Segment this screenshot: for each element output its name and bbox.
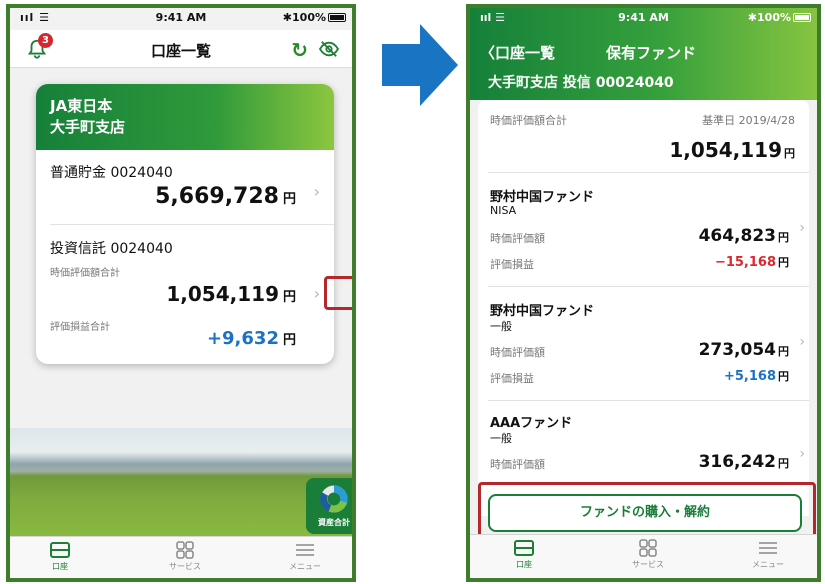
back-button[interactable]: 〈口座一覧 <box>480 42 555 63</box>
fund-name: 野村中国ファンド <box>490 190 595 205</box>
chevron-right-icon: › <box>799 334 805 350</box>
nav-bar: 3 口座一覧 ↻ <box>10 30 352 68</box>
fund-name: AAAファンド <box>490 416 573 431</box>
chevron-left-icon: 〈 <box>480 44 496 62</box>
page-title: 保有ファンド <box>606 44 697 62</box>
fund-type: NISA <box>490 204 517 217</box>
tab-bar: 口座 サービス メニュー <box>10 536 352 578</box>
account-card: JA東日本 大手町支店 普通貯金 0024040 5,669,728 円 › 投資… <box>36 84 334 364</box>
total-value: 1,054,119 円 <box>669 138 795 162</box>
trust-value-label: 時価評価額合計 <box>50 268 120 279</box>
hide-balance-eye-icon[interactable] <box>318 40 340 58</box>
held-funds-screen: ııl ☰ 9:41 AM ✱100% 〈口座一覧 保有ファンド 大手町支店 投… <box>466 4 821 582</box>
highlight-box <box>324 276 352 310</box>
tab-services[interactable]: サービス <box>608 539 688 570</box>
card-header: JA東日本 大手町支店 <box>36 84 334 150</box>
pl-label: 評価損益 <box>490 258 534 271</box>
fund-name: 野村中国ファンド <box>490 304 595 319</box>
value-label: 時価評価額 <box>490 458 545 471</box>
branch-account-line: 大手町支店 投信 00024040 <box>488 75 674 91</box>
fund-pl: −15,168 円 <box>714 255 789 270</box>
chevron-right-icon: › <box>799 220 805 236</box>
header: ııl ☰ 9:41 AM ✱100% 〈口座一覧 保有ファンド 大手町支店 投… <box>470 8 817 100</box>
grid-icon <box>176 541 194 559</box>
savings-account-label: 普通貯金 0024040 <box>50 165 173 181</box>
total-label: 時価評価額合計 <box>490 114 567 127</box>
grid-icon <box>639 539 657 557</box>
bank-name: JA東日本 <box>50 97 113 115</box>
savings-balance: 5,669,728 円 <box>155 184 296 209</box>
hamburger-icon <box>759 542 777 554</box>
chevron-right-icon: › <box>799 446 805 462</box>
value-label: 時価評価額 <box>490 346 545 359</box>
savings-account-row[interactable]: 普通貯金 0024040 5,669,728 円 › <box>36 162 334 224</box>
fund-pl: +5,168 円 <box>723 369 789 384</box>
pl-label: 評価損益 <box>490 372 534 385</box>
fund-row[interactable]: 野村中国ファンド 一般 時価評価額 273,054 円 評価損益 +5,168 円 … <box>478 300 809 400</box>
chevron-right-icon[interactable]: › <box>314 284 320 303</box>
hamburger-icon <box>296 544 314 556</box>
divider <box>50 224 334 225</box>
status-bar: ııl ☰ 9:41 AM ✱100% <box>10 8 352 28</box>
summary-row: 時価評価額合計 基準日 2019/4/28 1,054,119 円 <box>478 112 809 170</box>
base-date: 基準日 2019/4/28 <box>702 114 795 127</box>
divider <box>488 400 809 401</box>
trust-pl-label: 評価損益合計 <box>50 322 110 333</box>
tab-accounts[interactable]: 口座 <box>20 541 100 572</box>
fund-row[interactable]: AAAファンド 一般 時価評価額 316,242 円 › <box>478 412 809 492</box>
fund-row[interactable]: 野村中国ファンド NISA 時価評価額 464,823 円 評価損益 −15,16… <box>478 186 809 286</box>
card-icon <box>50 542 70 558</box>
pie-chart-icon <box>320 485 348 513</box>
trust-value: 1,054,119 円 <box>166 282 296 306</box>
asset-total-button[interactable]: 資産合計 <box>306 478 352 534</box>
trust-pl: +9,632 円 <box>206 328 296 349</box>
card-icon <box>514 540 534 556</box>
buy-sell-fund-button[interactable]: ファンドの購入・解約 <box>488 494 802 532</box>
divider <box>488 172 809 173</box>
fund-value: 464,823 円 <box>698 226 789 246</box>
battery-icon <box>793 13 811 22</box>
tab-menu[interactable]: メニュー <box>728 539 808 570</box>
chevron-right-icon: › <box>313 182 320 201</box>
fund-type: 一般 <box>490 320 512 333</box>
fund-value: 273,054 円 <box>698 340 789 360</box>
trust-account-row[interactable]: 投資信託 0024040 時価評価額合計 1,054,119 円 › 評価損益合計… <box>36 238 334 358</box>
asset-total-label: 資産合計 <box>318 518 350 527</box>
tab-services[interactable]: サービス <box>145 541 225 572</box>
battery-percent: ✱100% <box>747 11 791 24</box>
battery-icon <box>328 13 346 22</box>
branch-name: 大手町支店 <box>50 118 126 136</box>
trust-account-label: 投資信託 0024040 <box>50 241 173 257</box>
refresh-icon[interactable]: ↻ <box>291 38 308 62</box>
rice-field-image <box>10 428 352 548</box>
tab-accounts[interactable]: 口座 <box>484 539 564 570</box>
account-list-screen: ııl ☰ 9:41 AM ✱100% 3 口座一覧 ↻ JA東日本 大手町支店… <box>6 4 356 582</box>
value-label: 時価評価額 <box>490 232 545 245</box>
tab-menu[interactable]: メニュー <box>265 541 345 572</box>
battery-percent: ✱100% <box>282 11 326 24</box>
fund-list: 時価評価額合計 基準日 2019/4/28 1,054,119 円 野村中国ファン… <box>478 100 809 516</box>
fund-type: 一般 <box>490 432 512 445</box>
tab-bar: 口座 サービス メニュー <box>470 534 817 578</box>
divider <box>488 286 809 287</box>
fund-value: 316,242 円 <box>698 452 789 472</box>
arrow-right-icon <box>382 24 458 106</box>
